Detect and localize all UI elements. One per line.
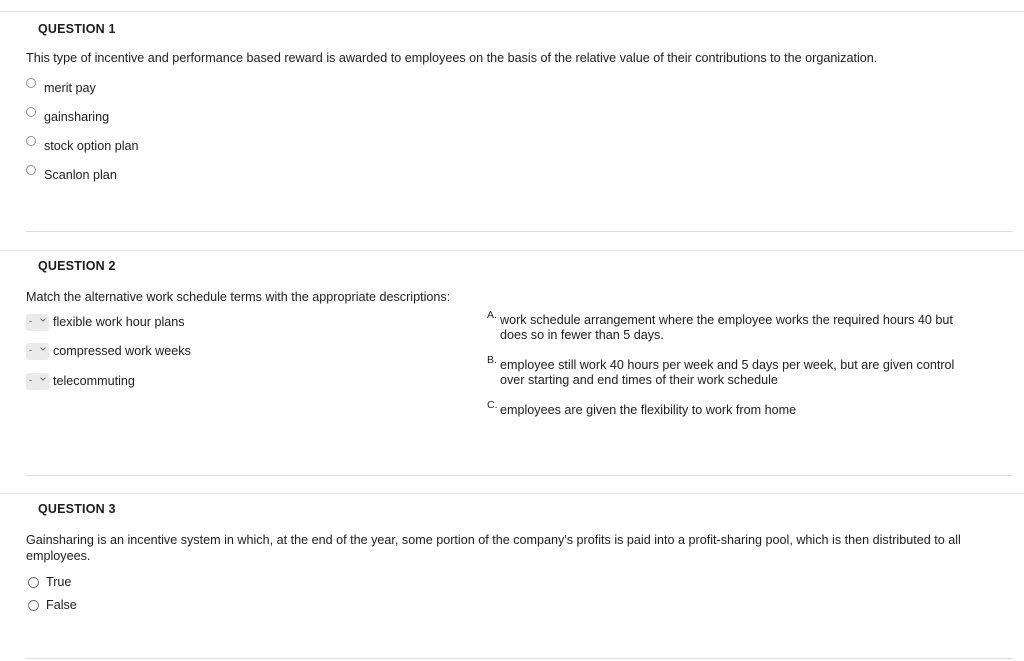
match-select-value: - xyxy=(29,374,32,385)
separator-bottom xyxy=(26,658,1013,659)
radio-icon[interactable] xyxy=(28,600,39,611)
matching-term-label: flexible work hour plans xyxy=(53,314,185,329)
question-1-option-gainsharing[interactable]: gainsharing xyxy=(26,103,1024,132)
question-1-option-stock-option-plan[interactable]: stock option plan xyxy=(26,132,1024,161)
description-letter: C. xyxy=(487,398,498,411)
matching-description-c: C. employees are given the flexibility t… xyxy=(487,398,957,419)
matching-row-compressed-work-weeks: - compressed work weeks xyxy=(26,342,476,372)
separator-question-2-bottom xyxy=(26,475,1013,476)
question-1-header: QUESTION 1 xyxy=(38,22,116,36)
separator-question-1-bottom xyxy=(26,231,1013,232)
matching-area: - flexible work hour plans - compressed … xyxy=(0,308,1024,463)
question-1-options: merit pay gainsharing stock option plan … xyxy=(0,74,1024,190)
option-label: False xyxy=(46,598,77,612)
option-label: stock option plan xyxy=(44,138,139,153)
question-3-options: True False xyxy=(0,571,1024,617)
match-select-flexible-work-hour-plans[interactable]: - xyxy=(26,313,49,331)
question-1-prompt: This type of incentive and performance b… xyxy=(26,51,878,65)
radio-icon[interactable] xyxy=(26,77,36,88)
description-text: employee still work 40 hours per week an… xyxy=(500,357,955,388)
chevron-down-icon xyxy=(40,346,46,352)
question-2-header: QUESTION 2 xyxy=(38,259,116,273)
separator-question-2-top xyxy=(0,250,1024,251)
description-letter: B. xyxy=(487,353,497,366)
description-letter: A. xyxy=(487,308,497,321)
question-block-3: QUESTION 3 Gainsharing is an incentive s… xyxy=(0,502,1024,617)
option-label: True xyxy=(46,575,72,589)
option-label: merit pay xyxy=(44,80,96,95)
chevron-down-icon xyxy=(40,376,46,382)
matching-row-telecommuting: - telecommuting xyxy=(26,372,476,402)
radio-icon[interactable] xyxy=(26,164,36,175)
radio-icon[interactable] xyxy=(26,106,36,117)
matching-description-b: B. employee still work 40 hours per week… xyxy=(487,353,957,389)
description-text: employees are given the flexibility to w… xyxy=(500,402,797,417)
chevron-down-icon xyxy=(40,317,46,323)
question-3-prompt: Gainsharing is an incentive system in wh… xyxy=(26,533,961,563)
radio-icon[interactable] xyxy=(26,135,36,146)
matching-terms-column: - flexible work hour plans - compressed … xyxy=(26,313,476,402)
matching-term-label: telecommuting xyxy=(53,373,135,388)
separator-question-3-top xyxy=(0,493,1024,494)
matching-row-flexible-work-hour-plans: - flexible work hour plans xyxy=(26,313,476,343)
match-select-compressed-work-weeks[interactable]: - xyxy=(26,343,49,360)
question-2-prompt: Match the alternative work schedule term… xyxy=(26,290,451,304)
question-block-2: QUESTION 2 Match the alternative work sc… xyxy=(0,259,1024,463)
option-label: gainsharing xyxy=(44,109,110,124)
question-1-option-merit-pay[interactable]: merit pay xyxy=(26,74,1024,103)
question-block-1: QUESTION 1 This type of incentive and pe… xyxy=(0,22,1024,190)
description-text: work schedule arrangement where the empl… xyxy=(500,312,953,343)
question-3-option-true[interactable]: True xyxy=(28,571,1024,594)
quiz-page: QUESTION 1 This type of incentive and pe… xyxy=(0,0,1024,661)
matching-descriptions-column: A. work schedule arrangement where the e… xyxy=(487,308,957,433)
question-3-header: QUESTION 3 xyxy=(38,502,116,516)
matching-description-a: A. work schedule arrangement where the e… xyxy=(487,308,957,344)
matching-term-label: compressed work weeks xyxy=(53,344,191,358)
option-label: Scanlon plan xyxy=(44,167,117,182)
match-select-value: - xyxy=(29,315,32,326)
match-select-value: - xyxy=(29,345,32,355)
separator-top xyxy=(0,11,1024,12)
question-1-option-scanlon-plan[interactable]: Scanlon plan xyxy=(26,161,1024,190)
match-select-telecommuting[interactable]: - xyxy=(26,372,49,390)
radio-icon[interactable] xyxy=(28,577,39,588)
question-3-option-false[interactable]: False xyxy=(28,594,1024,617)
